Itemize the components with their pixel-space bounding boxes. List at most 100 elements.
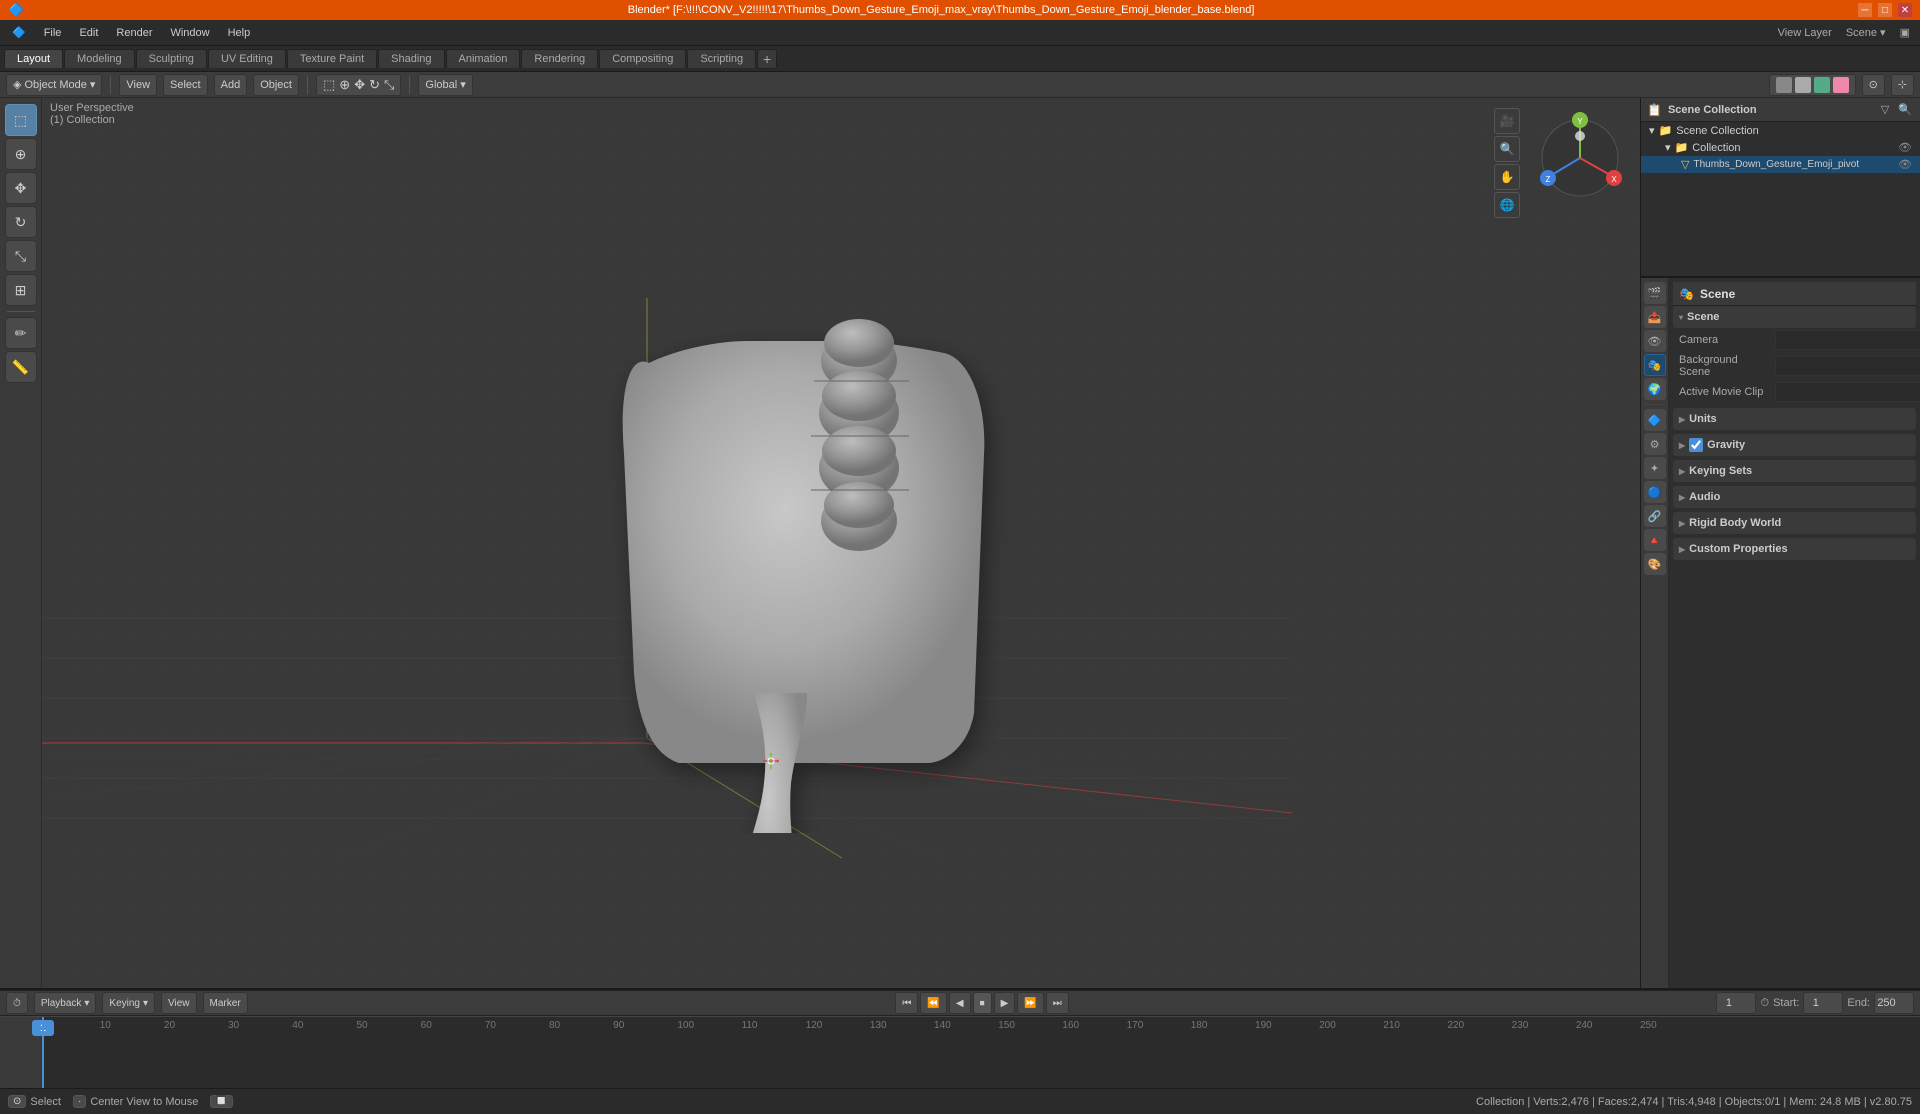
- view-layer-icon[interactable]: 👁: [1644, 330, 1666, 352]
- tab-layout[interactable]: Layout: [4, 49, 63, 68]
- scene-selector[interactable]: Scene ▾: [1840, 26, 1892, 39]
- add-menu[interactable]: Add: [214, 74, 248, 96]
- close-button[interactable]: ✕: [1898, 3, 1912, 17]
- gizmo-btn[interactable]: ⊹: [1891, 74, 1914, 96]
- movie-input[interactable]: [1775, 382, 1920, 402]
- material-icon[interactable]: 🎨: [1644, 553, 1666, 575]
- keying-menu[interactable]: Keying ▾: [102, 992, 155, 1014]
- zoom-btn[interactable]: 🔍: [1494, 136, 1520, 162]
- particles-icon[interactable]: ✦: [1644, 457, 1666, 479]
- render-props-icon[interactable]: 🎬: [1644, 282, 1666, 304]
- scene-props-icon[interactable]: 🎭: [1644, 354, 1666, 376]
- next-keyframe-btn[interactable]: ⏩: [1017, 992, 1043, 1014]
- frame-number: 190: [1255, 1020, 1272, 1031]
- tab-shading[interactable]: Shading: [378, 49, 444, 68]
- constraints-icon[interactable]: 🔗: [1644, 505, 1666, 527]
- rigid-body-header[interactable]: ▶ Rigid Body World: [1673, 512, 1916, 534]
- prev-keyframe-btn[interactable]: ⏪: [920, 992, 946, 1014]
- data-icon[interactable]: 🔺: [1644, 529, 1666, 551]
- gravity-header[interactable]: ▶ Gravity: [1673, 434, 1916, 456]
- playback-menu[interactable]: Playback ▾: [34, 992, 97, 1014]
- object-props-icon[interactable]: 🔷: [1644, 409, 1666, 431]
- tool-transform[interactable]: ⊞: [5, 274, 37, 306]
- tool-scale[interactable]: ⤡: [5, 240, 37, 272]
- filter-icon[interactable]: ▽: [1876, 101, 1894, 119]
- bg-scene-input[interactable]: [1775, 356, 1920, 376]
- custom-props-header[interactable]: ▶ Custom Properties: [1673, 538, 1916, 560]
- tab-texture-paint[interactable]: Texture Paint: [287, 49, 377, 68]
- outliner-emoji-object[interactable]: ▽ Thumbs_Down_Gesture_Emoji_pivot 👁: [1641, 156, 1920, 173]
- camera-input[interactable]: [1775, 330, 1920, 350]
- blender-menu[interactable]: 🔷: [4, 24, 34, 41]
- right-icon: 🔲: [210, 1095, 232, 1108]
- maximize-button[interactable]: □: [1878, 3, 1892, 17]
- play-reverse-btn[interactable]: ◀: [949, 992, 971, 1014]
- outliner-collection[interactable]: ▾ 📁 Collection 👁: [1641, 139, 1920, 156]
- end-frame[interactable]: [1874, 992, 1914, 1014]
- orbit-btn[interactable]: 🌐: [1494, 192, 1520, 218]
- search-icon[interactable]: 🔍: [1896, 101, 1914, 119]
- minimize-button[interactable]: ─: [1858, 3, 1872, 17]
- tab-compositing[interactable]: Compositing: [599, 49, 686, 68]
- tool-rotate[interactable]: ↻: [5, 206, 37, 238]
- tool-select[interactable]: ⬚: [5, 104, 37, 136]
- units-header[interactable]: ▶ Units: [1673, 408, 1916, 430]
- jump-start-btn[interactable]: ⏮: [895, 992, 918, 1014]
- camera-btn[interactable]: 🎥: [1494, 108, 1520, 134]
- transform-icons[interactable]: ⬚ ⊕ ✥ ↻ ⤡: [316, 74, 401, 96]
- viewport-shading[interactable]: [1769, 74, 1856, 96]
- timeline-track[interactable]: 1102030405060708090100110120130140150160…: [42, 1017, 1920, 1088]
- scene-header[interactable]: ▾ Scene: [1673, 306, 1916, 328]
- render-menu[interactable]: Render: [108, 25, 160, 41]
- edit-menu[interactable]: Edit: [71, 25, 106, 41]
- keying-sets-section: ▶ Keying Sets: [1673, 460, 1916, 482]
- visibility-icon[interactable]: 👁: [1898, 158, 1912, 171]
- tab-uv-editing[interactable]: UV Editing: [208, 49, 286, 68]
- tab-sculpting[interactable]: Sculpting: [136, 49, 207, 68]
- navigation-gizmo[interactable]: Y X Z: [1530, 108, 1630, 208]
- physics-icon[interactable]: 🔵: [1644, 481, 1666, 503]
- tab-animation[interactable]: Animation: [446, 49, 521, 68]
- tab-rendering[interactable]: Rendering: [521, 49, 598, 68]
- jump-end-btn[interactable]: ⏭: [1046, 992, 1069, 1014]
- viewport-3d[interactable]: User Perspective (1) Collection: [42, 98, 1640, 988]
- gravity-checkbox[interactable]: [1689, 438, 1703, 452]
- modifiers-icon[interactable]: ⚙: [1644, 433, 1666, 455]
- object-icon: ▽: [1681, 158, 1689, 171]
- tool-cursor[interactable]: ⊕: [5, 138, 37, 170]
- add-workspace-button[interactable]: +: [757, 49, 777, 69]
- select-menu[interactable]: Select: [163, 74, 208, 96]
- object-menu[interactable]: Object: [253, 74, 299, 96]
- visibility-icon[interactable]: 👁: [1898, 141, 1912, 154]
- file-menu[interactable]: File: [36, 25, 70, 41]
- tab-modeling[interactable]: Modeling: [64, 49, 135, 68]
- tool-measure[interactable]: 📏: [5, 351, 37, 383]
- play-btn[interactable]: ▶: [994, 992, 1016, 1014]
- frame-number: 170: [1127, 1020, 1144, 1031]
- world-props-icon[interactable]: 🌍: [1644, 378, 1666, 400]
- frame-number: 70: [485, 1020, 496, 1031]
- start-frame[interactable]: [1803, 992, 1843, 1014]
- output-props-icon[interactable]: 📤: [1644, 306, 1666, 328]
- object-mode-selector[interactable]: ◈ Object Mode ▾: [6, 74, 102, 96]
- overlay-btn[interactable]: ⊙: [1862, 74, 1885, 96]
- tab-scripting[interactable]: Scripting: [687, 49, 756, 68]
- transform-space[interactable]: Global ▾: [418, 74, 472, 96]
- tool-move[interactable]: ✥: [5, 172, 37, 204]
- marker-menu[interactable]: Marker: [203, 992, 248, 1014]
- engine-selector[interactable]: ▣: [1894, 26, 1916, 39]
- stop-btn[interactable]: ⏹: [973, 992, 992, 1014]
- svg-text:Y: Y: [1577, 117, 1583, 126]
- window-menu[interactable]: Window: [162, 25, 217, 41]
- pan-btn[interactable]: ✋: [1494, 164, 1520, 190]
- help-menu[interactable]: Help: [220, 25, 259, 41]
- triangle-icon: ▶: [1679, 519, 1685, 528]
- audio-header[interactable]: ▶ Audio: [1673, 486, 1916, 508]
- current-frame[interactable]: [1716, 992, 1756, 1014]
- view-menu[interactable]: View: [119, 74, 157, 96]
- keying-sets-header[interactable]: ▶ Keying Sets: [1673, 460, 1916, 482]
- view-menu[interactable]: View: [161, 992, 197, 1014]
- tool-annotate[interactable]: ✏: [5, 317, 37, 349]
- timeline-ruler[interactable]: 1102030405060708090100110120130140150160…: [0, 1016, 1920, 1088]
- outliner-scene-collection[interactable]: ▾ 📁 Scene Collection: [1641, 122, 1920, 139]
